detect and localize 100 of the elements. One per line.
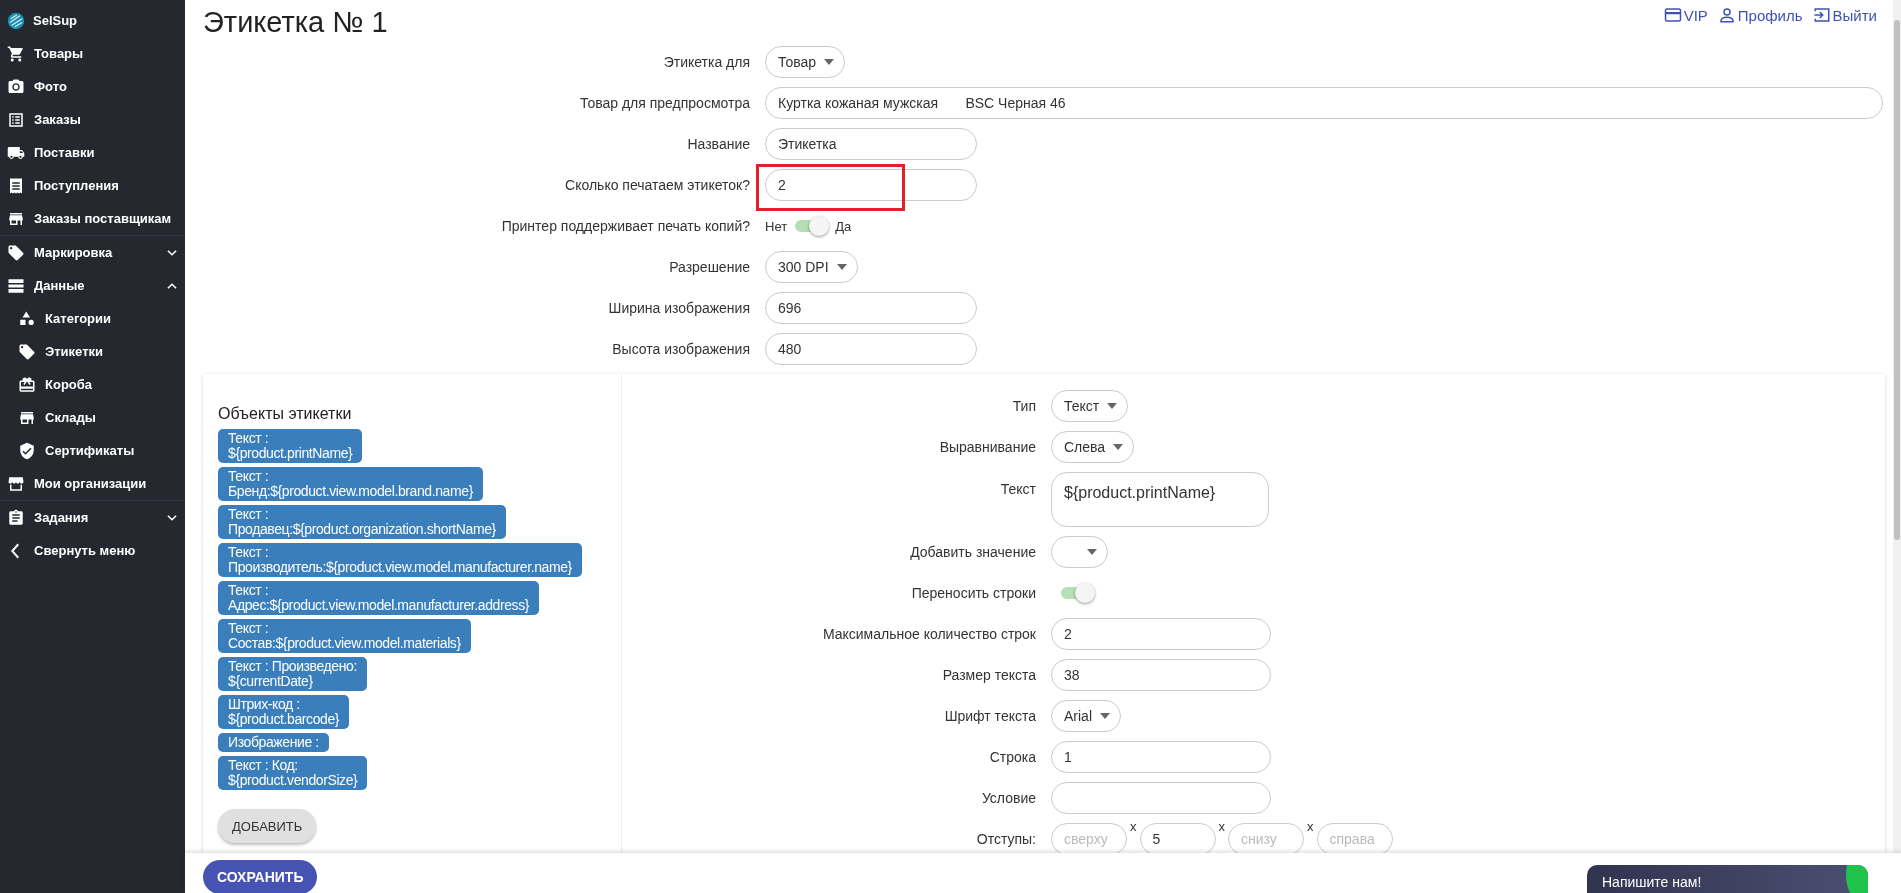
separator-text: x: [1130, 819, 1137, 834]
nav-item[interactable]: Заказы: [0, 103, 185, 136]
field-label: Высота изображения: [611, 341, 750, 357]
text-field[interactable]: Этикетка: [765, 128, 977, 160]
text-field[interactable]: 480: [765, 333, 977, 365]
field-label: Текст: [999, 480, 1036, 497]
toggle-label: Нет: [765, 218, 788, 234]
object-chip[interactable]: Текст : Произведено: ${currentDate}: [218, 657, 367, 691]
field-label: Выравнивание: [938, 439, 1036, 455]
object-chip[interactable]: Текст : Бренд:${product.view.model.brand.name}: [218, 467, 483, 501]
text-field[interactable]: 2: [765, 169, 977, 201]
dropdown[interactable]: [1051, 536, 1108, 568]
field-label: Принтер поддерживает печать копий?: [500, 218, 750, 234]
nav-item[interactable]: Задания: [0, 501, 185, 534]
field-label: Ширина изображения: [607, 300, 750, 316]
nav-item[interactable]: Мои организации: [0, 467, 185, 500]
dropdown[interactable]: Текст: [1051, 390, 1129, 422]
object-chip[interactable]: Текст : Адрес:${product.view.model.manufacturer.address}: [218, 581, 540, 615]
text-field[interactable]: 5: [1139, 823, 1216, 855]
text-field[interactable]: 38: [1051, 659, 1271, 691]
separator-text: x: [1218, 819, 1225, 834]
toggle-switch[interactable]: [1059, 583, 1095, 603]
field-label: Этикетка для: [662, 54, 750, 70]
caret-icon: [1107, 403, 1118, 409]
nav-item[interactable]: Склады: [0, 401, 185, 434]
object-chip[interactable]: Изображение :: [218, 733, 329, 752]
chat-widget[interactable]: Напишите нам!: [1587, 865, 1868, 893]
text-field[interactable]: Куртка кожаная мужская BSC Черная 46: [765, 87, 1883, 119]
caret-icon: [1113, 444, 1124, 450]
dropdown[interactable]: Arial: [1051, 700, 1121, 732]
text-field[interactable]: справа: [1316, 823, 1393, 855]
text-field[interactable]: [1051, 782, 1271, 814]
nav-item[interactable]: Сертификаты: [0, 434, 185, 467]
field-label: Разрешение: [668, 259, 750, 275]
field-label: Товар для предпросмотра: [578, 95, 750, 111]
add-button[interactable]: ДОБАВИТЬ: [218, 809, 317, 843]
object-chip[interactable]: Штрих-код : ${product.barcode}: [218, 695, 350, 729]
field-label: Сколько печатаем этикеток?: [564, 177, 750, 193]
caret-icon: [836, 264, 847, 270]
nav-item[interactable]: Свернуть меню: [0, 534, 185, 567]
separator-text: x: [1307, 819, 1314, 834]
nav-item[interactable]: Маркировка: [0, 236, 185, 269]
logo-icon: [7, 11, 25, 30]
object-chip[interactable]: Текст : Код: ${product.vendorSize}: [218, 756, 368, 790]
caret-icon: [1100, 713, 1110, 719]
field-label: Максимальное количество строк: [821, 626, 1036, 642]
dropdown[interactable]: Слева: [1051, 431, 1135, 463]
object-chip[interactable]: Текст : Производитель:${product.view.model.manufacturer.name}: [218, 543, 582, 577]
nav-item[interactable]: Поставки: [0, 136, 185, 169]
object-chip[interactable]: Текст : Продавец:${product.organization.shortName}: [218, 505, 506, 539]
field-label: Размер текста: [941, 667, 1036, 683]
cart-icon: [7, 44, 25, 63]
field-label: Добавить значение: [909, 544, 1036, 560]
field-label: Шрифт текста: [943, 708, 1036, 724]
page-title: Этикетка № 1: [203, 5, 388, 40]
text-field[interactable]: снизу: [1228, 823, 1304, 855]
nav-item[interactable]: Короба: [0, 368, 185, 401]
list-icon: [7, 110, 25, 129]
nav-item[interactable]: Товары: [0, 37, 185, 70]
text-field[interactable]: 2: [1051, 618, 1271, 650]
object-chip[interactable]: Текст : ${product.printName}: [218, 429, 363, 463]
person-icon: [1717, 6, 1736, 24]
caret-icon: [1087, 549, 1097, 555]
text-field[interactable]: 696: [765, 292, 977, 324]
shield-check-icon: [18, 441, 36, 460]
dropdown[interactable]: 300 DPI: [765, 251, 858, 283]
receipt-icon: [7, 176, 25, 195]
nav-item[interactable]: Этикетки: [0, 335, 185, 368]
section-title: Объекты этикетки: [218, 405, 353, 423]
nav-item[interactable]: Категории: [0, 302, 185, 335]
text-area[interactable]: ${product.printName}: [1051, 472, 1269, 527]
text-field[interactable]: сверху: [1051, 823, 1127, 855]
field-label: Отступы:: [975, 831, 1036, 847]
scrollbar-thumb[interactable]: [1894, 20, 1900, 540]
field-label: Название: [686, 136, 750, 152]
card-icon: [1663, 6, 1682, 24]
logout-icon: [1812, 6, 1831, 24]
field-label: Переносить строки: [910, 585, 1036, 601]
nav-item[interactable]: Фото: [0, 70, 185, 103]
field-label: Условие: [980, 790, 1036, 806]
save-button[interactable]: СОХРАНИТЬ: [203, 860, 318, 893]
chat-label: Напишите нам!: [1602, 874, 1702, 890]
nav-item[interactable]: Заказы поставщикам: [0, 202, 185, 235]
nav-item[interactable]: Поступления: [0, 169, 185, 202]
gift-box-icon: [18, 375, 36, 394]
caret-icon: [824, 59, 835, 65]
camera-icon: [7, 77, 25, 96]
toggle-label: Да: [835, 218, 852, 234]
text-field[interactable]: 1: [1051, 741, 1271, 773]
tag-icon: [7, 243, 25, 262]
object-chip[interactable]: Текст : Состав:${product.view.model.materials}: [218, 619, 471, 653]
dropdown[interactable]: Товар: [765, 46, 846, 78]
toggle-switch[interactable]: [793, 216, 830, 236]
header-link[interactable]: VIP: [1663, 6, 1708, 24]
header-link[interactable]: Выйти: [1812, 6, 1877, 24]
brand-name: SelSup: [33, 13, 78, 28]
shapes-icon: [18, 309, 36, 328]
storefront-icon: [7, 474, 25, 493]
nav-item[interactable]: Данные: [0, 269, 185, 302]
header-link[interactable]: Профиль: [1717, 6, 1803, 24]
